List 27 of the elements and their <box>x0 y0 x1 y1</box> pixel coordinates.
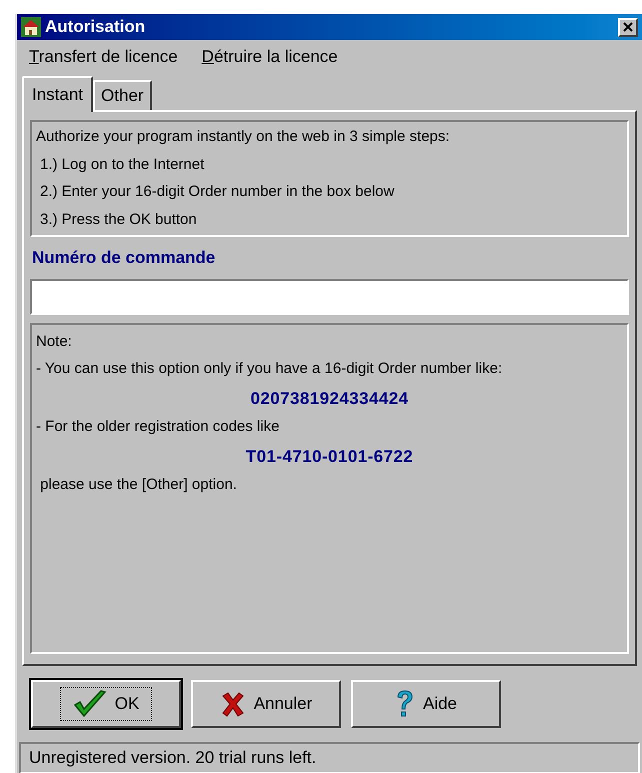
intro-text: Authorize your program instantly on the web in 3 simple steps: <box>36 127 451 147</box>
step-text: 2.) Enter your 16-digit Order number in the box below <box>39 182 396 202</box>
note-text: - For the older registration codes like <box>36 417 280 437</box>
window-title: Autorisation <box>45 16 146 38</box>
close-button[interactable] <box>618 18 638 36</box>
note-text: please use the [Other] option. <box>39 475 238 495</box>
question-mark-icon <box>394 689 415 719</box>
step-text: 1.) Log on to the Internet <box>39 154 206 174</box>
check-icon <box>72 690 107 718</box>
registration-code-example: T01-4710-0101-6722 <box>246 446 414 468</box>
status-bar: Unregistered version. 20 trial runs left. <box>19 742 640 773</box>
ok-button[interactable]: OK <box>31 680 181 728</box>
help-button[interactable]: Aide <box>351 680 501 728</box>
close-icon <box>623 22 633 32</box>
cross-icon <box>220 691 246 717</box>
menu-item[interactable]: Détruire la licence <box>202 44 338 70</box>
app-icon <box>21 17 41 37</box>
cancel-button[interactable]: Annuler <box>191 680 341 728</box>
order-number-field[interactable] <box>30 278 629 314</box>
note-title: Note: <box>36 332 73 352</box>
note-text: - You can use this option only if you have a 16-digit Order number like: <box>36 359 504 379</box>
field-label: Numéro de commande <box>31 247 216 269</box>
tab[interactable]: Instant <box>22 76 94 112</box>
order-number-example: 0207381924334424 <box>250 388 409 410</box>
menu-item[interactable]: Transfert de licence <box>29 44 178 70</box>
tab[interactable]: Other <box>93 80 152 110</box>
step-text: 3.) Press the OK button <box>39 210 198 230</box>
